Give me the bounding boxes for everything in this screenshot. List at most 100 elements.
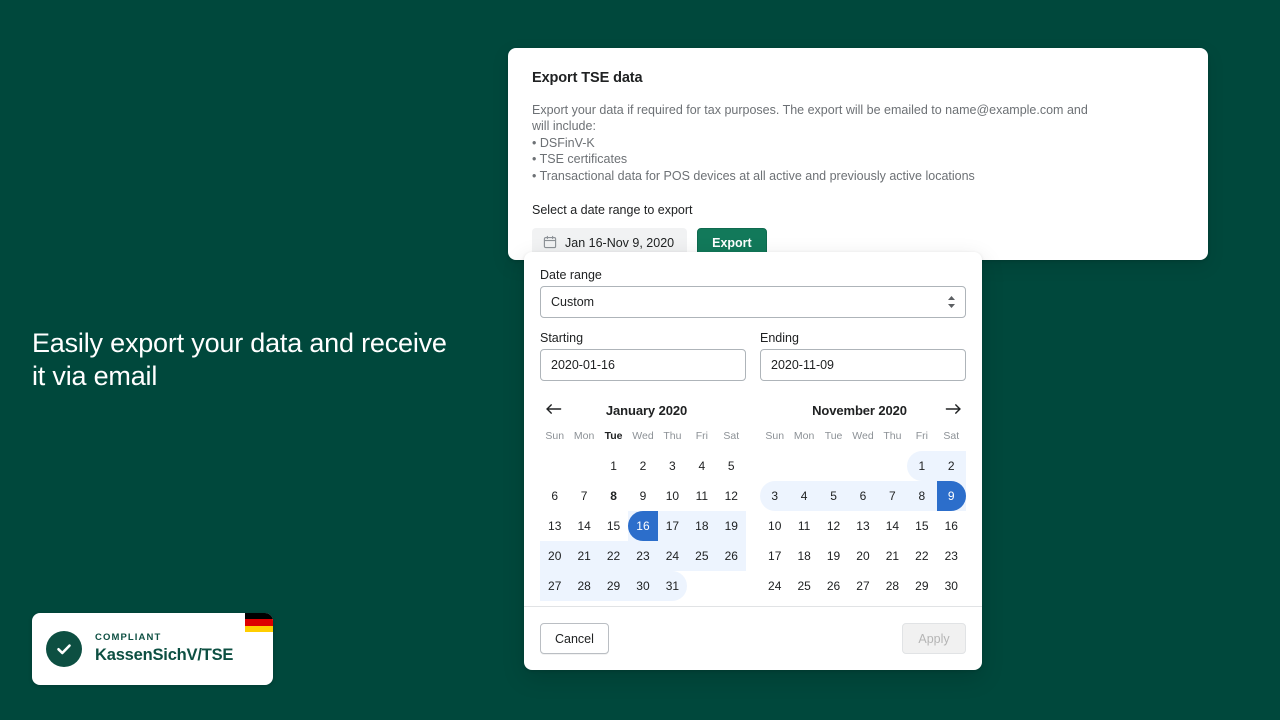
calendar-day[interactable]: 16 [628,511,658,541]
calendar-day[interactable]: 13 [540,511,569,541]
calendar-day[interactable]: 4 [789,481,819,511]
left-month-title: January 2020 [605,402,688,418]
calendar-day[interactable]: 6 [848,481,878,511]
calendar-day[interactable]: 28 [569,571,599,601]
calendar-day[interactable]: 30 [628,571,658,601]
calendar-week-row: 20 21 22 23 24 25 26 [540,541,746,571]
day-cell-label: 1 [918,459,926,473]
calendar-day[interactable]: 15 [599,511,628,541]
calendar-day[interactable]: 19 [819,541,848,571]
calendar-day[interactable]: 17 [760,541,789,571]
calendar-day[interactable]: 31 [657,571,688,601]
calendar-day[interactable]: 3 [658,451,687,481]
calendar-day[interactable]: 27 [848,571,877,601]
previous-month-button[interactable] [540,399,566,421]
calendar-day[interactable]: 13 [848,511,877,541]
calendar-day[interactable]: 21 [569,541,599,571]
ending-field-group: Ending [760,331,966,381]
calendar-day[interactable]: 18 [789,541,818,571]
day-cell-label: 19 [826,549,841,563]
calendar-day[interactable]: 27 [540,571,570,601]
calendar-week-row: 3 4 5 6 7 89 [760,481,966,511]
calendar-day[interactable]: 20 [848,541,877,571]
calendar-day[interactable]: 29 [598,571,629,601]
calendar-day[interactable]: 24 [657,541,688,571]
day-cell-label: 18 [695,519,709,533]
calendar-week-row: 24 25 26 27 28 29 30 [760,571,966,601]
calendar-day[interactable]: 25 [789,571,818,601]
calendar-day[interactable]: 8 [599,481,628,511]
calendar-day[interactable]: 7 [877,481,908,511]
calendar-day[interactable]: 23 [628,541,658,571]
calendar-day[interactable]: 2 [936,451,966,481]
day-cell-label: 23 [636,549,650,563]
calendar-day[interactable]: 1 [599,451,628,481]
calendar-day[interactable]: 2 [628,451,657,481]
weekday-header-tue: Tue [824,430,843,442]
calendar-day[interactable]: 14 [569,511,598,541]
day-cell-label: 27 [856,579,870,593]
calendar-day[interactable]: 5 [818,481,849,511]
day-cell-label: 19 [724,519,738,533]
day-cell-label: 6 [859,489,867,503]
calendar-day[interactable]: 10 [760,511,789,541]
calendar-day[interactable]: 14 [878,511,907,541]
calendar-day[interactable]: 30 [937,571,966,601]
calendar-day[interactable]: 11 [687,481,716,511]
day-cell-label: 13 [548,519,562,533]
calendar-day[interactable]: 15 [907,511,936,541]
starting-date-input[interactable] [540,349,746,381]
calendar-day[interactable]: 18 [687,511,717,541]
ending-date-input[interactable] [760,349,966,381]
calendar-week-row: 27 28 29 30 31 [540,571,746,601]
weekday-header-sat: Sat [943,430,960,442]
calendar-day[interactable]: 25 [687,541,717,571]
calendar-day[interactable]: 20 [540,541,570,571]
calendar-day[interactable]: 11 [789,511,818,541]
apply-button[interactable]: Apply [902,623,966,654]
date-range-select-value: Custom [551,295,595,309]
day-cell-label: 20 [856,549,870,563]
next-month-button[interactable] [940,399,966,421]
date-range-select[interactable]: Custom [540,286,966,318]
calendar-day[interactable]: 23 [937,541,966,571]
calendar-day-empty [819,451,848,481]
calendar-day[interactable]: 10 [658,481,687,511]
calendar-day[interactable]: 6 [540,481,569,511]
weekday-header-tue: Tue [604,430,623,442]
calendar-day[interactable]: 12 [717,481,746,511]
calendar-day[interactable]: 3 [760,481,790,511]
calendar-day[interactable]: 19 [716,511,746,541]
calendar-day[interactable]: 8 [907,481,937,511]
calendar-week-row: 17 18 19 20 21 22 23 [760,541,966,571]
calendar-day[interactable]: 17 [657,511,688,541]
calendar-day[interactable]: 9 [628,481,657,511]
starting-field-group: Starting [540,331,746,381]
calendar-day[interactable]: 26 [819,571,848,601]
day-cell-label: 28 [577,579,591,593]
calendar-day[interactable]: 29 [907,571,936,601]
calendar-day[interactable]: 1 [907,451,937,481]
cancel-button[interactable]: Cancel [540,623,609,654]
calendar-week-row: 10 11 12 13 14 15 16 [760,511,966,541]
calendar-navigation-header: January 2020 November 2020 [540,399,966,421]
calendar-week-row: 1 2 3 4 5 [540,451,746,481]
calendar-day[interactable]: 26 [716,541,746,571]
calendar-day[interactable]: 21 [878,541,907,571]
badge-kicker: COMPLIANT [95,631,162,643]
calendar-day[interactable]: 16 [937,511,966,541]
calendar-day[interactable]: 22 [907,541,936,571]
calendar-day[interactable]: 22 [598,541,629,571]
day-cell-label: 27 [548,579,562,593]
calendar-day[interactable]: 9 [936,481,966,511]
day-cell-label: 25 [695,549,709,563]
date-range-select-wrapper: Custom [540,286,966,318]
day-cell-label: 14 [577,519,591,533]
calendar-day-empty [717,571,746,601]
calendar-day[interactable]: 28 [878,571,907,601]
calendar-day[interactable]: 24 [760,571,789,601]
calendar-day[interactable]: 4 [687,451,716,481]
calendar-day[interactable]: 12 [819,511,848,541]
calendar-day[interactable]: 5 [717,451,746,481]
calendar-day[interactable]: 7 [569,481,598,511]
